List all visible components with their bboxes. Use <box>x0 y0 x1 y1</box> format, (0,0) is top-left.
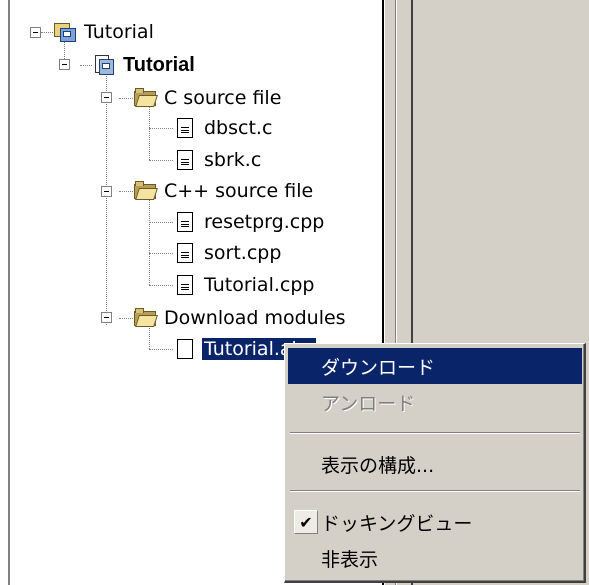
file-icon <box>174 242 196 264</box>
tree-node-file[interactable]: dbsct.c <box>174 115 274 141</box>
tree-line <box>149 128 173 129</box>
menu-separator <box>290 490 580 492</box>
collapse-toggle-workspace[interactable] <box>30 27 41 38</box>
tree-line <box>80 65 92 66</box>
file-icon <box>174 274 196 296</box>
menu-item-label: 非表示 <box>321 548 379 571</box>
tree-node-workspace[interactable]: Tutorial <box>54 19 156 45</box>
tree-node-label: sbrk.c <box>204 149 262 171</box>
menu-item-unload: アンロード <box>288 384 582 420</box>
tree-node-file[interactable]: resetprg.cpp <box>174 209 326 235</box>
collapse-toggle-cpp-source[interactable] <box>101 186 112 197</box>
collapse-toggle-c-source[interactable] <box>101 92 112 103</box>
collapse-toggle-download[interactable] <box>101 312 112 323</box>
menu-separator <box>290 432 580 434</box>
folder-icon <box>134 87 158 109</box>
context-menu: ダウンロード アンロード 表示の構成... ✔ ドッキングビュー 非表示 <box>284 343 586 583</box>
tree-line <box>119 191 133 192</box>
menu-item-label: ドッキングビュー <box>321 512 473 535</box>
tree-node-label: Tutorial <box>123 53 195 76</box>
tree-node-file[interactable]: sbrk.c <box>174 147 263 173</box>
tree-node-label: C++ source file <box>164 180 314 202</box>
tree-line <box>149 104 150 160</box>
tree-line <box>149 160 173 161</box>
tree-node-file[interactable]: Tutorial.cpp <box>174 272 316 298</box>
tree-node-label: dbsct.c <box>204 117 273 139</box>
tree-node-label: Tutorial <box>84 21 154 43</box>
menu-item-label: アンロード <box>321 392 416 415</box>
tree-node-project[interactable]: Tutorial <box>93 52 197 78</box>
file-icon <box>174 149 196 171</box>
menu-item-display-configuration[interactable]: 表示の構成... <box>288 446 582 482</box>
menu-item-download[interactable]: ダウンロード <box>288 348 582 384</box>
folder-icon <box>134 307 158 329</box>
tree-line <box>41 32 53 33</box>
tree-node-label: C source file <box>164 87 282 109</box>
tree-line <box>149 349 173 350</box>
tree-node-folder-download-modules[interactable]: Download modules <box>134 305 348 331</box>
menu-item-label: ダウンロード <box>321 356 436 379</box>
check-icon: ✔ <box>294 510 318 534</box>
tree-line <box>149 253 173 254</box>
menu-item-docking-view[interactable]: ✔ ドッキングビュー <box>288 504 582 540</box>
tree-line <box>149 285 173 286</box>
project-icon <box>93 54 115 76</box>
tree-line <box>106 70 107 325</box>
tree-node-label: Tutorial.cpp <box>204 274 315 296</box>
collapse-toggle-project[interactable] <box>59 59 70 70</box>
file-icon <box>174 117 196 139</box>
tree-line <box>119 318 133 319</box>
blank-file-icon <box>174 338 196 360</box>
tree-node-folder-cpp-source[interactable]: C++ source file <box>134 178 315 204</box>
tree-node-label: Download modules <box>164 307 346 329</box>
tree-line <box>119 98 133 99</box>
menu-item-label: 表示の構成... <box>321 454 435 477</box>
tree-line <box>149 222 173 223</box>
tree-node-folder-c-source[interactable]: C source file <box>134 85 283 111</box>
tree-node-label: sort.cpp <box>204 242 282 264</box>
tree-node-label: resetprg.cpp <box>204 211 325 233</box>
workspace-icon <box>54 21 76 43</box>
file-icon <box>174 211 196 233</box>
tree-node-file[interactable]: sort.cpp <box>174 240 283 266</box>
menu-item-hide[interactable]: 非表示 <box>288 540 582 576</box>
folder-icon <box>134 180 158 202</box>
tree-line <box>149 197 150 285</box>
